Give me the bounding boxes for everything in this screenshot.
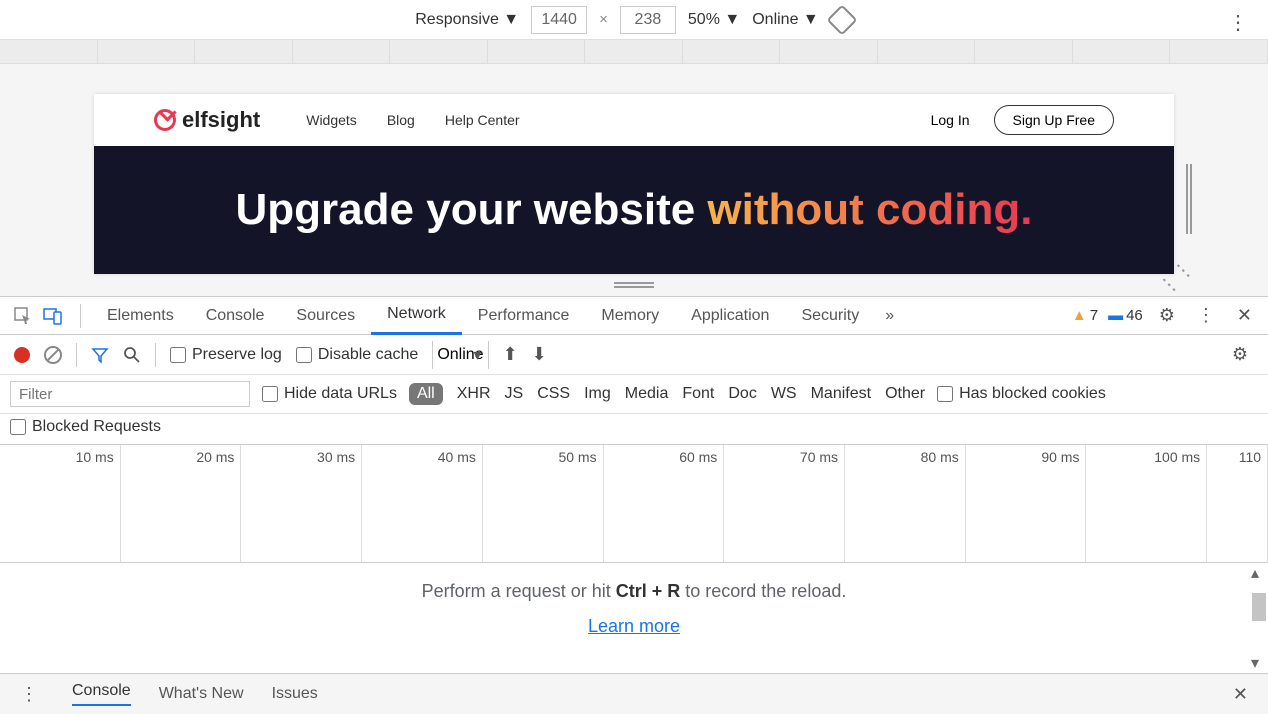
messages-badge[interactable]: ▬46 — [1108, 307, 1143, 324]
drawer-tab-issues[interactable]: Issues — [272, 685, 318, 703]
filter-manifest[interactable]: Manifest — [811, 385, 871, 403]
hide-data-urls-checkbox[interactable]: Hide data URLs — [262, 385, 397, 403]
viewport-height-input[interactable] — [620, 6, 676, 34]
logo[interactable]: elfsight — [154, 107, 260, 133]
resize-handle-right[interactable] — [1186, 164, 1192, 234]
tab-network[interactable]: Network — [371, 297, 462, 335]
inspect-icon[interactable] — [10, 303, 36, 329]
logo-text: elfsight — [182, 107, 260, 133]
emulated-viewport: elfsight Widgets Blog Help Center Log In… — [0, 64, 1268, 296]
filter-img[interactable]: Img — [584, 385, 611, 403]
rotate-icon[interactable] — [826, 4, 857, 35]
disable-cache-checkbox[interactable]: Disable cache — [296, 346, 419, 364]
learn-more-link[interactable]: Learn more — [588, 616, 680, 637]
tick-label: 70 ms — [800, 449, 838, 465]
empty-hint: Perform a request or hit Ctrl + R to rec… — [422, 581, 847, 602]
warnings-badge[interactable]: ▲7 — [1072, 307, 1098, 324]
devtools-tabs: Elements Console Sources Network Perform… — [0, 297, 1268, 335]
hero: Upgrade your website without coding. — [94, 146, 1174, 274]
settings-icon[interactable]: ⚙ — [1153, 305, 1181, 326]
close-devtools-icon[interactable]: ✕ — [1231, 305, 1258, 326]
drawer-tab-console[interactable]: Console — [72, 682, 131, 706]
tick-label: 40 ms — [438, 449, 476, 465]
tick-label: 90 ms — [1041, 449, 1079, 465]
nav-widgets[interactable]: Widgets — [306, 112, 357, 128]
tick-label: 30 ms — [317, 449, 355, 465]
tab-sources[interactable]: Sources — [280, 297, 371, 335]
tab-memory[interactable]: Memory — [585, 297, 675, 335]
throttle-dropdown[interactable]: Online ▼ — [752, 11, 819, 29]
tab-performance[interactable]: Performance — [462, 297, 586, 335]
filter-css[interactable]: CSS — [537, 385, 570, 403]
filter-other[interactable]: Other — [885, 385, 925, 403]
timeline-overview[interactable]: 10 ms 20 ms 30 ms 40 ms 50 ms 60 ms 70 m… — [0, 445, 1268, 563]
devtools: Elements Console Sources Network Perform… — [0, 296, 1268, 714]
tick-label: 50 ms — [558, 449, 596, 465]
network-empty-state: Perform a request or hit Ctrl + R to rec… — [0, 563, 1268, 674]
drawer: ⋮ Console What's New Issues ✕ — [0, 674, 1268, 714]
filter-bar-2: Blocked Requests — [0, 414, 1268, 445]
filter-types: All XHR JS CSS Img Media Font Doc WS Man… — [409, 383, 925, 405]
tick-label: 110 — [1239, 449, 1261, 465]
close-drawer-icon[interactable]: ✕ — [1227, 684, 1254, 705]
device-more-icon[interactable]: ⋮ — [1228, 10, 1248, 35]
tick-label: 10 ms — [76, 449, 114, 465]
device-toolbar: Responsive ▼ × 50% ▼ Online ▼ ⋮ — [0, 0, 1268, 40]
tab-console[interactable]: Console — [190, 297, 281, 335]
download-icon[interactable]: ⬇ — [532, 344, 547, 365]
tab-security[interactable]: Security — [785, 297, 875, 335]
blocked-requests-checkbox[interactable]: Blocked Requests — [10, 418, 161, 436]
tab-elements[interactable]: Elements — [91, 297, 190, 335]
nav-blog[interactable]: Blog — [387, 112, 415, 128]
filter-input[interactable] — [10, 381, 250, 407]
devtools-more-icon[interactable]: ⋮ — [1191, 305, 1221, 326]
search-icon[interactable] — [123, 346, 141, 364]
tick-label: 60 ms — [679, 449, 717, 465]
filter-bar: Hide data URLs All XHR JS CSS Img Media … — [0, 375, 1268, 414]
tick-label: 100 ms — [1154, 449, 1200, 465]
device-toggle-icon[interactable] — [40, 303, 66, 329]
network-settings-icon[interactable]: ⚙ — [1226, 344, 1254, 365]
filter-icon[interactable] — [91, 346, 109, 364]
zoom-dropdown[interactable]: 50% ▼ — [688, 11, 740, 29]
upload-icon[interactable]: ⬆ — [503, 344, 518, 365]
preserve-log-checkbox[interactable]: Preserve log — [170, 346, 282, 364]
logo-icon — [154, 109, 176, 131]
tab-application[interactable]: Application — [675, 297, 785, 335]
blocked-cookies-checkbox[interactable]: Has blocked cookies — [937, 385, 1106, 403]
login-link[interactable]: Log In — [931, 112, 970, 128]
network-toolbar: Preserve log Disable cache Online ⬆ ⬇ ⚙ — [0, 335, 1268, 375]
filter-js[interactable]: JS — [505, 385, 524, 403]
tabs-overflow-icon[interactable]: » — [875, 307, 904, 325]
site-nav: Widgets Blog Help Center — [306, 112, 519, 128]
scroll-down-icon[interactable]: ▾ — [1251, 653, 1259, 673]
resize-handle-bottom[interactable] — [614, 282, 654, 288]
drawer-more-icon[interactable]: ⋮ — [14, 684, 44, 705]
warning-icon: ▲ — [1072, 307, 1087, 324]
scrollbar-thumb[interactable] — [1252, 593, 1266, 621]
filter-xhr[interactable]: XHR — [457, 385, 491, 403]
ruler — [0, 40, 1268, 64]
device-mode-dropdown[interactable]: Responsive ▼ — [415, 11, 519, 29]
hero-text: Upgrade your website without coding. — [236, 185, 1033, 235]
message-icon: ▬ — [1108, 307, 1123, 324]
viewport-width-input[interactable] — [531, 6, 587, 34]
signup-button[interactable]: Sign Up Free — [994, 105, 1114, 135]
tick-label: 80 ms — [921, 449, 959, 465]
filter-font[interactable]: Font — [682, 385, 714, 403]
clear-icon[interactable] — [44, 346, 62, 364]
site-header: elfsight Widgets Blog Help Center Log In… — [94, 94, 1174, 146]
tick-label: 20 ms — [196, 449, 234, 465]
scroll-up-icon[interactable]: ▴ — [1251, 563, 1259, 583]
network-throttle-select[interactable]: Online — [432, 341, 488, 369]
filter-all[interactable]: All — [409, 383, 443, 405]
nav-help[interactable]: Help Center — [445, 112, 520, 128]
filter-doc[interactable]: Doc — [728, 385, 756, 403]
record-button[interactable] — [14, 347, 30, 363]
filter-ws[interactable]: WS — [771, 385, 797, 403]
filter-media[interactable]: Media — [625, 385, 669, 403]
dimension-separator: × — [599, 11, 608, 28]
drawer-tab-whatsnew[interactable]: What's New — [159, 685, 244, 703]
page-frame: elfsight Widgets Blog Help Center Log In… — [94, 94, 1174, 274]
